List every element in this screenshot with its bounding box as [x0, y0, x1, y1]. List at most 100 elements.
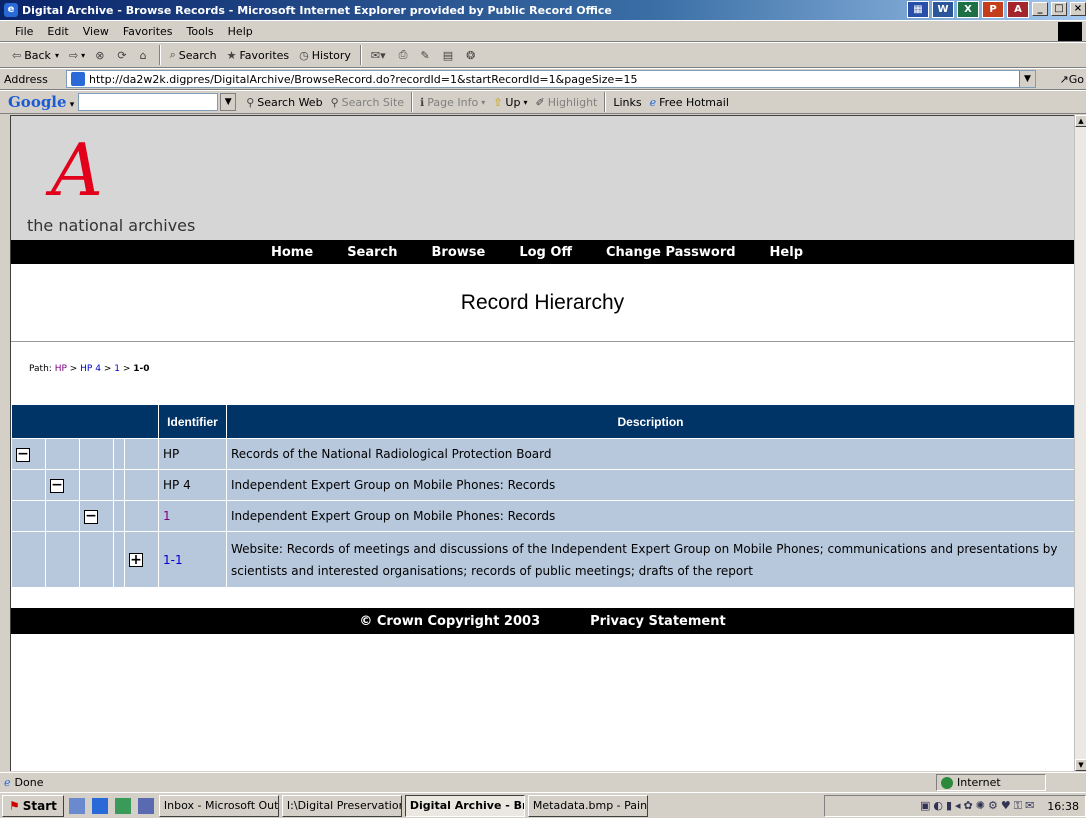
start-button[interactable]: ⚑ Start — [2, 794, 64, 817]
search-button[interactable]: ⌕ Search — [166, 44, 221, 66]
discuss-button[interactable]: ▤ — [439, 44, 460, 66]
address-bar: Address http://da2w2k.digpres/DigitalArc… — [0, 68, 1086, 90]
go-button[interactable]: ↗Go — [1060, 73, 1084, 86]
refresh-icon: ⟳ — [117, 48, 127, 62]
edit-button[interactable]: ✎ — [416, 44, 436, 66]
powerpoint-icon[interactable]: P — [982, 1, 1004, 18]
collapse-icon[interactable]: − — [84, 509, 98, 524]
internet-globe-icon — [941, 776, 953, 789]
stop-button[interactable]: ⊗ — [91, 44, 111, 66]
task-paint[interactable]: Metadata.bmp - Paint — [527, 794, 648, 817]
address-input[interactable]: http://da2w2k.digpres/DigitalArchive/Bro… — [66, 70, 1036, 88]
print-button[interactable]: ⎙ — [395, 44, 415, 66]
tray-icons[interactable]: ▣◐▮◂✿✺⚙♥⚿✉ — [920, 799, 1037, 813]
history-button[interactable]: ◷ History — [295, 44, 355, 66]
menu-favorites[interactable]: Favorites — [116, 25, 180, 38]
print-icon: ⎙ — [398, 48, 408, 61]
page-info-button[interactable]: ℹ Page Info ▾ — [416, 91, 489, 113]
scroll-up-icon[interactable]: ▲ — [1075, 115, 1086, 127]
nav-home[interactable]: Home — [271, 245, 313, 260]
task-outlook[interactable]: Inbox - Microsoft Outl... — [158, 794, 279, 817]
links-label[interactable]: Links — [609, 91, 645, 113]
collapse-icon[interactable]: − — [50, 478, 64, 493]
home-button[interactable]: ⌂ — [136, 44, 154, 66]
identifier-header: Identifier — [158, 404, 227, 439]
menu-view[interactable]: View — [76, 25, 116, 38]
info-icon: ℹ — [420, 95, 425, 109]
close-button[interactable]: × — [1070, 2, 1086, 16]
menu-help[interactable]: Help — [221, 25, 260, 38]
minimize-button[interactable]: _ — [1032, 2, 1048, 16]
explorer-quicklaunch-icon[interactable] — [137, 797, 154, 814]
go-arrow-icon: ↗ — [1059, 72, 1069, 86]
page-title: Record Hierarchy — [11, 264, 1074, 342]
excel-icon[interactable]: X — [957, 1, 979, 18]
maximize-button[interactable]: □ — [1051, 2, 1067, 16]
search-web-button[interactable]: ⚲ Search Web — [242, 91, 326, 113]
toolbar-separator — [359, 45, 362, 65]
record-description: Website: Records of meetings and discuss… — [226, 531, 1074, 588]
table-row: − HP 4 Independent Expert Group on Mobil… — [11, 469, 1074, 501]
page-icon — [71, 72, 85, 86]
free-hotmail-link[interactable]: ℯ Free Hotmail — [646, 91, 733, 113]
taskbar-app-icon[interactable]: ▦ — [907, 1, 929, 18]
address-label: Address — [4, 72, 48, 86]
breadcrumb-hp[interactable]: HP — [55, 364, 67, 374]
scroll-down-icon[interactable]: ▼ — [1075, 759, 1086, 771]
page-done-icon: ℯ — [4, 776, 11, 789]
discuss-icon: ▤ — [442, 48, 454, 62]
task-digital-archive[interactable]: Digital Archive - Br... — [404, 794, 525, 817]
highlight-button[interactable]: ✐ Highlight — [531, 91, 601, 113]
expand-icon[interactable]: + — [129, 552, 143, 567]
clock: 16:38 — [1047, 799, 1079, 813]
breadcrumb: Path: HP > HP 4 > 1 > 1-0 — [29, 364, 150, 374]
up-button[interactable]: ⇧ Up ▾ — [489, 91, 531, 113]
menu-file[interactable]: File — [8, 25, 40, 38]
record-identifier-link[interactable]: 1-1 — [158, 531, 227, 588]
access-icon[interactable]: A — [1007, 1, 1029, 18]
record-identifier-link[interactable]: 1 — [158, 500, 227, 532]
browser-viewport: A the national archives Home Search Brow… — [10, 115, 1074, 771]
breadcrumb-1[interactable]: 1 — [114, 364, 120, 374]
forward-button[interactable]: ⇨ ▾ — [65, 44, 89, 66]
binoculars-icon: ⚲ — [246, 95, 255, 109]
chevron-down-icon[interactable]: ▾ — [81, 51, 85, 60]
google-toolbar: Google ▾ ▼ ⚲ Search Web ⚲ Search Site ℹ Pag… — [0, 90, 1086, 114]
nav-help[interactable]: Help — [770, 245, 803, 260]
task-explorer[interactable]: I:\Digital Preservation... — [281, 794, 402, 817]
favorites-button[interactable]: ★ Favorites — [223, 44, 294, 66]
back-button[interactable]: ⇦ Back ▾ — [8, 44, 63, 66]
nav-search[interactable]: Search — [347, 245, 397, 260]
breadcrumb-current: 1-0 — [133, 364, 150, 374]
search-site-button[interactable]: ⚲ Search Site — [327, 91, 408, 113]
site-footer: © Crown Copyright 2003 Privacy Statement — [11, 608, 1074, 634]
national-archives-logo[interactable]: A — [51, 134, 103, 206]
path-label: Path: — [29, 364, 52, 374]
menu-edit[interactable]: Edit — [40, 25, 75, 38]
google-logo[interactable]: Google ▾ — [8, 93, 74, 111]
address-dropdown-icon[interactable]: ▼ — [1019, 71, 1035, 87]
messenger-button[interactable]: ❂ — [462, 44, 482, 66]
mail-button[interactable]: ✉▾ — [367, 44, 393, 66]
collapse-icon[interactable]: − — [16, 447, 30, 462]
refresh-button[interactable]: ⟳ — [113, 44, 133, 66]
back-arrow-icon: ⇦ — [12, 48, 22, 62]
outlook-quicklaunch-icon[interactable] — [114, 797, 131, 814]
breadcrumb-hp-4[interactable]: HP 4 — [80, 364, 101, 374]
logo-text: the national archives — [27, 216, 196, 235]
nav-browse[interactable]: Browse — [432, 245, 486, 260]
nav-log-off[interactable]: Log Off — [519, 245, 572, 260]
google-search-input[interactable] — [78, 93, 219, 111]
system-tray: ▣◐▮◂✿✺⚙♥⚿✉ 16:38 — [824, 795, 1086, 817]
tree-header — [11, 404, 159, 439]
ie-quicklaunch-icon[interactable] — [91, 797, 108, 814]
menu-tools[interactable]: Tools — [180, 25, 221, 38]
privacy-statement-link[interactable]: Privacy Statement — [590, 614, 726, 629]
google-search-dropdown-icon[interactable]: ▼ — [220, 93, 237, 111]
record-description: Independent Expert Group on Mobile Phone… — [226, 469, 1074, 501]
desktop-icon[interactable] — [68, 797, 85, 814]
vertical-scrollbar[interactable]: ▲ ▼ — [1074, 115, 1086, 771]
word-icon[interactable]: W — [932, 1, 954, 18]
nav-change-password[interactable]: Change Password — [606, 245, 736, 260]
chevron-down-icon[interactable]: ▾ — [55, 51, 59, 60]
